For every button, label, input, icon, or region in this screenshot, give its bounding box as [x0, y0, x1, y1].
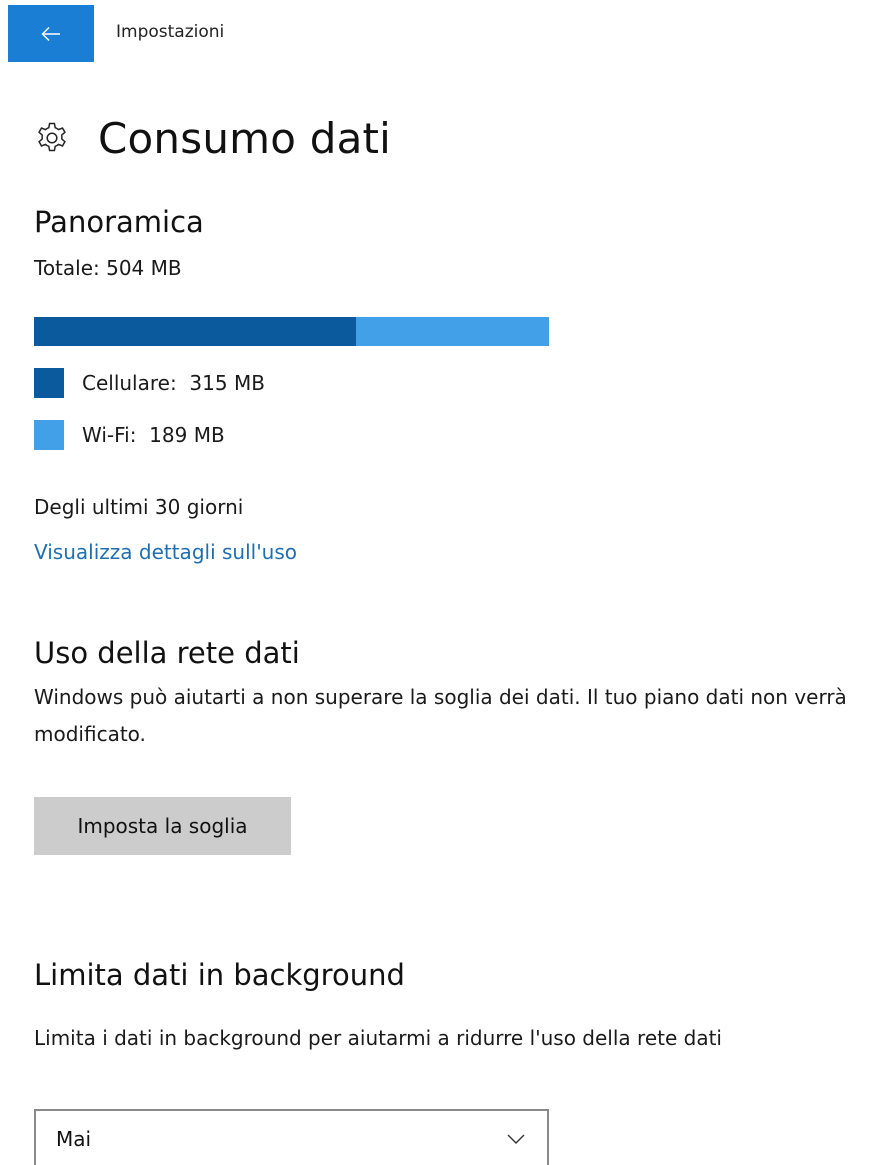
- legend-cellular: Cellulare: 315 MB: [34, 368, 265, 398]
- overview-heading: Panoramica: [34, 205, 204, 239]
- app-title: Impostazioni: [116, 22, 225, 42]
- chevron-down-icon: [507, 1134, 525, 1144]
- total-usage: Totale: 504 MB: [34, 256, 182, 280]
- legend-wifi: Wi-Fi: 189 MB: [34, 420, 225, 450]
- background-limit-select[interactable]: Mai: [34, 1109, 549, 1165]
- usage-details-link[interactable]: Visualizza dettagli sull'uso: [34, 540, 297, 564]
- legend-swatch-wifi: [34, 420, 64, 450]
- title-bar: Impostazioni: [8, 5, 864, 63]
- background-description: Limita i dati in background per aiutarmi…: [34, 1026, 722, 1050]
- network-description: Windows può aiutarti a non superare la s…: [34, 685, 847, 746]
- legend-label-cellular: Cellulare: 315 MB: [82, 371, 265, 395]
- usage-bar-wifi: [355, 317, 549, 346]
- legend-swatch-cellular: [34, 368, 64, 398]
- legend-label-wifi: Wi-Fi: 189 MB: [82, 423, 225, 447]
- usage-bar-cellular: [34, 317, 356, 346]
- page-title: Consumo dati: [98, 113, 392, 163]
- period-text: Degli ultimi 30 giorni: [34, 495, 244, 519]
- back-button[interactable]: [8, 5, 94, 62]
- background-heading: Limita dati in background: [34, 958, 405, 992]
- page-header: Consumo dati: [34, 108, 391, 168]
- gear-icon: [38, 122, 66, 152]
- select-value: Mai: [56, 1127, 92, 1151]
- back-arrow-icon: [41, 26, 60, 41]
- usage-bar: [34, 317, 549, 346]
- network-heading: Uso della rete dati: [34, 636, 300, 670]
- settings-page: Impostazioni Consumo dati Panoramica Tot…: [0, 0, 874, 1165]
- set-limit-button[interactable]: Imposta la soglia: [34, 797, 291, 855]
